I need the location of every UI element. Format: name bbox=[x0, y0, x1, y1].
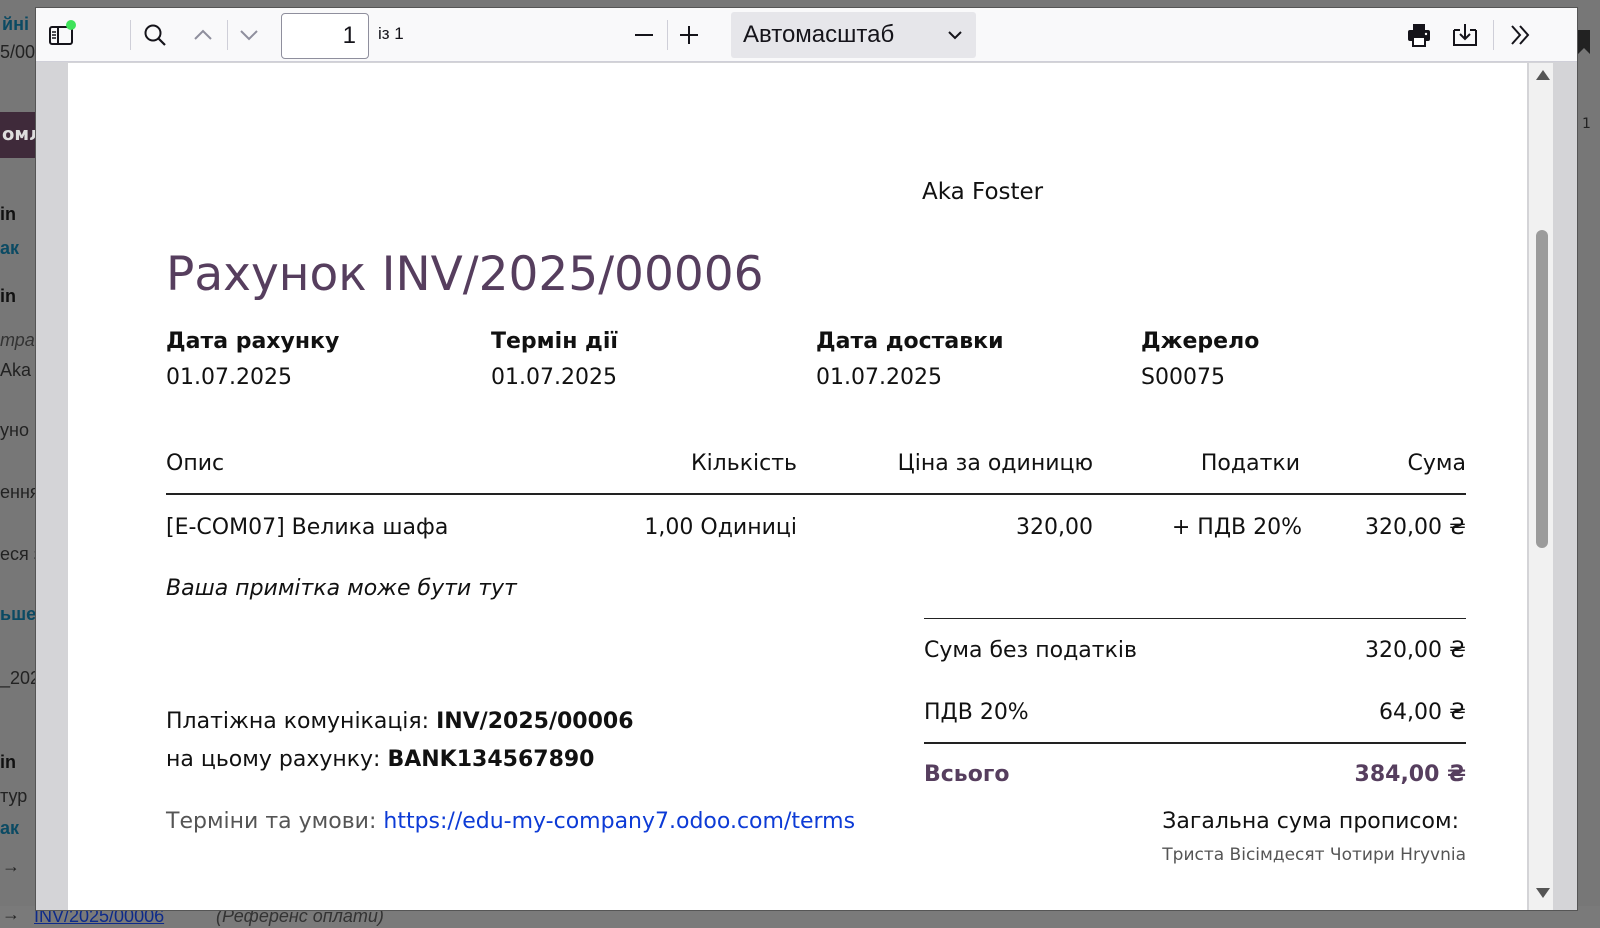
line-quantity: 1,00 Одиниці bbox=[644, 515, 797, 540]
column-header-unit-price: Ціна за одиницю bbox=[897, 451, 1093, 476]
page-count: із 1 bbox=[378, 24, 404, 43]
save-button[interactable] bbox=[1448, 18, 1482, 52]
pdf-page: Aka Foster Рахунок INV/2025/00006 Дата р… bbox=[68, 63, 1527, 910]
minus-icon bbox=[635, 34, 653, 36]
line-amount: 320,00 ₴ bbox=[1365, 515, 1466, 540]
bg-fragment: in bbox=[0, 204, 16, 224]
info-label-invoice-date: Дата рахунку bbox=[166, 329, 340, 354]
line-description: [E-COM07] Велика шафа bbox=[166, 515, 449, 540]
document-area: Aka Foster Рахунок INV/2025/00006 Дата р… bbox=[36, 63, 1577, 910]
bg-fragment: тур bbox=[0, 786, 28, 806]
bg-fragment: уно bbox=[0, 420, 29, 440]
bg-fragment: ак bbox=[0, 238, 20, 258]
totals-divider bbox=[924, 742, 1466, 744]
line-taxes: + ПДВ 20% bbox=[1171, 515, 1302, 540]
terms-and-conditions: Терміни та умови: https://edu-my-company… bbox=[166, 809, 855, 834]
tools-menu-button[interactable] bbox=[1503, 18, 1537, 52]
zoom-in-button[interactable] bbox=[672, 18, 706, 52]
terms-link[interactable]: https://edu-my-company7.odoo.com/terms bbox=[383, 809, 855, 834]
untaxed-label: Сума без податків bbox=[924, 638, 1137, 663]
zoom-out-button[interactable] bbox=[627, 18, 661, 52]
previous-page-button[interactable] bbox=[186, 18, 220, 52]
info-value-source: S00075 bbox=[1141, 365, 1225, 390]
search-icon bbox=[144, 24, 166, 46]
bg-fragment: in bbox=[0, 752, 16, 772]
bg-counter: 1 bbox=[1582, 116, 1591, 132]
bg-button: омл bbox=[0, 112, 36, 158]
payment-communication-value: INV/2025/00006 bbox=[436, 709, 634, 734]
column-header-quantity: Кількість bbox=[690, 451, 797, 476]
tax-value: 64,00 ₴ bbox=[1378, 700, 1466, 725]
bookmark-icon bbox=[1578, 30, 1590, 54]
total-value: 384,00 ₴ bbox=[1354, 762, 1466, 787]
info-value-invoice-date: 01.07.2025 bbox=[166, 365, 292, 390]
bg-fragment: ак bbox=[0, 818, 20, 838]
plus-icon bbox=[680, 26, 698, 44]
scroll-up-arrow-icon[interactable] bbox=[1536, 70, 1550, 80]
find-button[interactable] bbox=[138, 18, 172, 52]
info-label-due-date: Термін дії bbox=[491, 329, 618, 354]
bg-fragment: in bbox=[0, 286, 16, 306]
chevron-down-icon bbox=[240, 30, 258, 41]
page-number-input[interactable]: 1 bbox=[281, 13, 369, 59]
terms-label: Терміни та умови: bbox=[166, 809, 377, 834]
download-icon bbox=[1453, 24, 1477, 46]
amount-in-words: Триста Вісімдесят Чотири Hryvnia bbox=[1162, 845, 1466, 865]
info-label-delivery-date: Дата доставки bbox=[816, 329, 1004, 354]
zoom-select-value: Автомасштаб bbox=[743, 21, 895, 48]
bg-fragment: тра bbox=[0, 330, 35, 350]
total-label: Всього bbox=[924, 762, 1010, 787]
untaxed-value: 320,00 ₴ bbox=[1365, 638, 1466, 663]
bg-fragment: Aka bbox=[0, 360, 32, 380]
partner-name: Aka Foster bbox=[922, 179, 1044, 205]
payment-account: на цьому рахунку: BANK134567890 bbox=[166, 747, 595, 772]
bg-fragment: → bbox=[2, 856, 20, 876]
zoom-select[interactable]: Автомасштаб bbox=[731, 12, 976, 58]
payment-communication: Платіжна комунікація: INV/2025/00006 bbox=[166, 709, 634, 734]
payment-account-value: BANK134567890 bbox=[387, 747, 595, 772]
arrow-icon: → bbox=[2, 904, 20, 924]
column-header-amount: Сума bbox=[1407, 451, 1466, 476]
tax-label: ПДВ 20% bbox=[924, 700, 1029, 725]
info-label-source: Джерело bbox=[1141, 329, 1260, 354]
bg-fragment: ення bbox=[0, 482, 40, 502]
viewer-toolbar: 1 із 1 Автомасштаб bbox=[36, 8, 1577, 62]
table-header-divider bbox=[166, 493, 1466, 495]
bg-fragment: 5/00 bbox=[0, 42, 36, 62]
scroll-down-arrow-icon[interactable] bbox=[1536, 888, 1550, 898]
payment-communication-label: Платіжна комунікація: bbox=[166, 709, 430, 734]
invoice-title: Рахунок INV/2025/00006 bbox=[166, 247, 764, 302]
invoice-note: Ваша примітка може бути тут bbox=[166, 576, 517, 601]
pdf-viewer: 1 із 1 Автомасштаб Aka Foster Рахунок IN… bbox=[36, 8, 1577, 910]
sidebar-icon bbox=[49, 20, 76, 45]
next-page-button[interactable] bbox=[232, 18, 266, 52]
printer-icon bbox=[1408, 24, 1430, 47]
bg-fragment: йні bbox=[2, 14, 29, 34]
payment-account-label: на цьому рахунку: bbox=[166, 747, 381, 772]
scrollbar-thumb[interactable] bbox=[1536, 230, 1548, 548]
amount-in-words-label: Загальна сума прописом: bbox=[1162, 809, 1459, 834]
info-value-delivery-date: 01.07.2025 bbox=[816, 365, 942, 390]
line-unit-price: 320,00 bbox=[1016, 515, 1093, 540]
double-chevron-right-icon bbox=[1511, 25, 1530, 45]
column-header-taxes: Податки bbox=[1200, 451, 1300, 476]
info-value-due-date: 01.07.2025 bbox=[491, 365, 617, 390]
chevron-up-icon bbox=[194, 29, 212, 40]
bg-fragment: ьше bbox=[0, 604, 37, 624]
print-button[interactable] bbox=[1402, 18, 1436, 52]
column-header-description: Опис bbox=[166, 451, 225, 476]
totals-top-divider bbox=[924, 618, 1466, 619]
sidebar-toggle-button[interactable] bbox=[44, 18, 78, 52]
bg-fragment: _202 bbox=[0, 668, 41, 688]
